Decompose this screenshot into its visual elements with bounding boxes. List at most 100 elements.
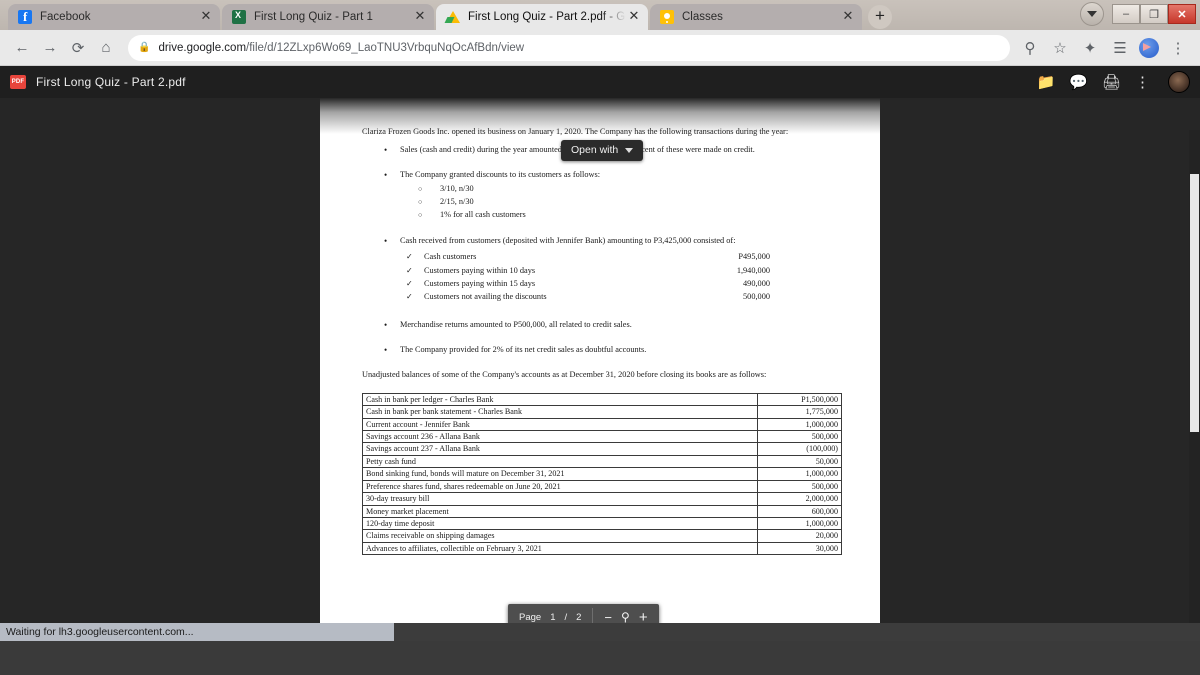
url-host: drive.google.com — [158, 41, 247, 54]
minimize-window-button[interactable]: – — [1112, 4, 1140, 24]
viewer-vertical-scrollbar[interactable] — [1189, 130, 1200, 641]
account-name: Cash in bank per bank statement - Charle… — [362, 405, 758, 419]
close-window-button[interactable]: ✕ — [1168, 4, 1196, 24]
account-name: Savings account 237 - Allana Bank — [362, 442, 758, 456]
more-options-icon[interactable]: ⋮ — [1135, 75, 1150, 90]
extensions-puzzle-icon[interactable]: ✦ — [1076, 34, 1104, 62]
table-row: Claims receivable on shipping damages 20,… — [362, 529, 842, 543]
circle-marker: ○ — [418, 198, 423, 207]
browser-menu-icon[interactable]: ⋮ — [1164, 34, 1192, 62]
browser-tab-first-long-quiz-part-2-pdf[interactable]: First Long Quiz - Part 2.pdf - Goo ✕ — [436, 4, 648, 30]
document-bullet-item: • Cash received from customers (deposite… — [362, 235, 842, 247]
list-item-label: Customers not availing the discounts — [424, 291, 547, 301]
window-menu-chevron-icon[interactable] — [1080, 2, 1104, 26]
page-indicator-group: Page 1 / 2 — [508, 612, 592, 623]
back-icon[interactable]: ← — [8, 34, 36, 62]
drive-pdf-viewer: PDF First Long Quiz - Part 2.pdf 📁 💬 🖨 ⋮… — [0, 66, 1200, 641]
window-controls: – ❐ ✕ — [1080, 2, 1196, 26]
maximize-window-button[interactable]: ❐ — [1140, 4, 1168, 24]
google-drive-icon — [446, 10, 460, 24]
account-amount: 2,000,000 — [757, 492, 842, 506]
account-name: Savings account 236 - Allana Bank — [362, 430, 758, 444]
list-item: ✓ Customers not availing the discounts 5… — [406, 291, 842, 303]
account-amount: 1,000,000 — [757, 417, 842, 432]
pdf-canvas-area[interactable]: Clariza Frozen Goods Inc. opened its bus… — [0, 98, 1200, 641]
list-item: ✓ Cash customers P495,000 — [406, 251, 842, 263]
bullet-marker: • — [384, 145, 388, 156]
list-item-label: 3/10, n/30 — [440, 184, 474, 194]
list-item: ✓ Customers paying within 15 days 490,00… — [406, 278, 842, 290]
account-name: Bond sinking fund, bonds will mature on … — [362, 467, 758, 481]
table-row: 120-day time deposit 1,000,000 — [362, 516, 842, 531]
check-marker: ✓ — [406, 278, 413, 288]
forward-icon[interactable]: → — [36, 34, 64, 62]
new-tab-button[interactable]: + — [868, 5, 892, 29]
list-item-amount: 500,000 — [743, 291, 770, 301]
bullet-marker: • — [384, 236, 388, 247]
close-tab-icon[interactable]: ✕ — [840, 9, 856, 25]
url-path: /file/d/12ZLxp6Wo69_LaoTNU3VrbquNqOcAfBd… — [246, 41, 525, 54]
account-name: Petty cash fund — [362, 454, 758, 469]
browser-tab-first-long-quiz-part-1[interactable]: First Long Quiz - Part 1 ✕ — [222, 4, 434, 30]
table-row: Advances to affiliates, collectible on F… — [362, 541, 842, 556]
account-name: Cash in bank per ledger - Charles Bank — [362, 392, 758, 407]
user-avatar[interactable] — [1168, 71, 1190, 93]
document-bullet-item: • The Company granted discounts to its c… — [362, 169, 842, 181]
drive-folder-icon[interactable]: 📁 — [1037, 75, 1056, 90]
account-name: Current account - Jennifer Bank — [362, 417, 758, 432]
google-classroom-icon — [660, 10, 674, 24]
table-row: Bond sinking fund, bonds will mature on … — [362, 467, 842, 481]
table-row: Preference shares fund, shares redeemabl… — [362, 479, 842, 494]
close-tab-icon[interactable]: ✕ — [198, 9, 214, 25]
list-item: ○ 1% for all cash customers — [418, 209, 842, 221]
document-intro-paragraph: Clariza Frozen Goods Inc. opened its bus… — [362, 127, 789, 136]
scrollbar-thumb[interactable] — [1190, 174, 1199, 432]
reload-icon[interactable]: ⟳ — [64, 34, 92, 62]
list-item-label: 1% for all cash customers — [440, 210, 526, 220]
account-amount: 500,000 — [757, 479, 842, 494]
add-comment-icon[interactable]: 💬 — [1069, 75, 1088, 90]
browser-tab-strip: Facebook ✕ First Long Quiz - Part 1 ✕ Fi… — [0, 0, 1200, 30]
current-page-number[interactable]: 1 — [550, 612, 555, 623]
close-tab-icon[interactable]: ✕ — [626, 9, 642, 25]
page-label: Page — [519, 611, 542, 623]
tab-title: Classes — [682, 11, 723, 23]
account-amount: 20,000 — [757, 529, 842, 543]
excel-icon — [232, 10, 246, 24]
list-item-amount: P495,000 — [738, 252, 770, 262]
reading-list-icon[interactable]: ☰ — [1106, 34, 1134, 62]
check-marker: ✓ — [406, 265, 413, 275]
browser-tab-facebook[interactable]: Facebook ✕ — [8, 4, 220, 30]
profile-avatar[interactable] — [1139, 37, 1159, 58]
table-row: Petty cash fund 50,000 — [362, 454, 842, 469]
list-item-amount: 490,000 — [743, 278, 770, 288]
bullet-text: The Company granted discounts to its cus… — [400, 170, 601, 180]
omnibox-actions: ⚲ ☆ ✦ ☰ ⋮ — [1016, 34, 1192, 62]
bullet-marker: • — [384, 170, 388, 181]
bookmark-star-icon[interactable]: ☆ — [1046, 34, 1074, 62]
bullet-text: Cash received from customers (deposited … — [400, 236, 736, 246]
close-tab-icon[interactable]: ✕ — [412, 9, 428, 25]
browser-tab-classes[interactable]: Classes ✕ — [650, 4, 862, 30]
zoom-icon[interactable]: ⚲ — [1016, 34, 1044, 62]
zoom-out-button[interactable]: − — [604, 611, 612, 624]
browser-toolbar: ← → ⟳ ⌂ 🔒 drive.google.com/file/d/12ZLxp… — [0, 30, 1200, 66]
account-name: Preference shares fund, shares redeemabl… — [362, 479, 758, 494]
list-item-label: 2/15, n/30 — [440, 197, 474, 207]
open-with-button[interactable]: Open with — [561, 140, 644, 161]
print-icon[interactable]: 🖨 — [1102, 75, 1121, 90]
account-name: 30-day treasury bill — [362, 492, 758, 506]
status-text: Waiting for lh3.googleusercontent.com... — [6, 626, 194, 638]
bullet-text: The Company provided for 2% of its net c… — [400, 344, 647, 354]
account-amount: 50,000 — [757, 454, 842, 469]
account-amount: 1,000,000 — [757, 467, 842, 481]
home-icon[interactable]: ⌂ — [92, 34, 120, 62]
account-name: Claims receivable on shipping damages — [362, 529, 758, 543]
table-row: 30-day treasury bill 2,000,000 — [362, 492, 842, 506]
table-row: Money market placement 600,000 — [362, 504, 842, 518]
pdf-page-1: Clariza Frozen Goods Inc. opened its bus… — [320, 98, 880, 641]
zoom-reset-icon[interactable]: ⚲ — [621, 610, 630, 624]
list-item-label: Customers paying within 15 days — [424, 278, 536, 288]
lock-icon: 🔒 — [138, 42, 151, 53]
address-bar[interactable]: 🔒 drive.google.com/file/d/12ZLxp6Wo69_La… — [128, 34, 1010, 61]
